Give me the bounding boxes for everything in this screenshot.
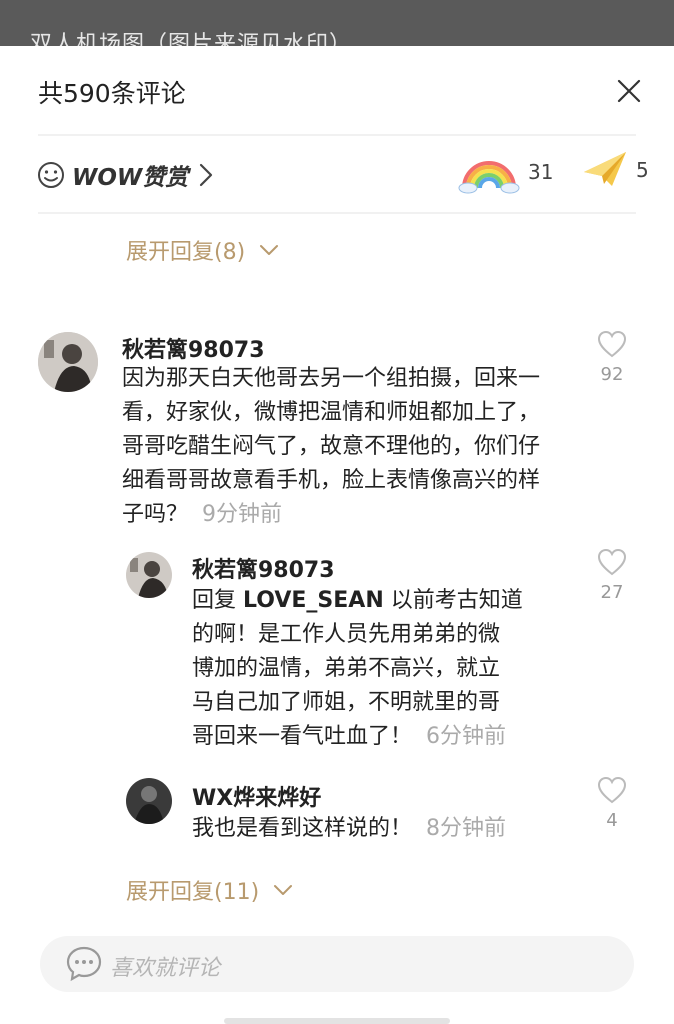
comment-item: 秋若篱98073 因为那天白天他哥去另一个组拍摄，回来一 看，好家伙，微博把温情… [0, 326, 674, 527]
rainbow-reaction-button[interactable]: 31 [458, 150, 553, 194]
home-indicator [224, 1018, 450, 1024]
comment-line: 子吗？ 9分钟前 [122, 502, 283, 527]
comment-line: 因为那天白天他哥去另一个组拍摄，回来一 [122, 366, 541, 391]
comment-line: 细看哥哥故意看手机，脸上表情像高兴的样 [122, 468, 541, 493]
like-button[interactable]: 4 [592, 776, 632, 831]
rainbow-count: 31 [528, 160, 554, 184]
reply-text: 回复 LOVE_SEAN 以前考古知道 的啊！是工作人员先用弟弟的微 博加的温情… [192, 584, 552, 754]
comment-username[interactable]: 秋若篱98073 [122, 332, 265, 364]
wow-appreciate-button[interactable]: WOW赞赏 [36, 158, 214, 192]
background-caption: 双人机场图（图片来源见水印） [30, 32, 353, 46]
close-icon [617, 79, 641, 103]
wow-reaction-row: WOW赞赏 31 5 [0, 146, 674, 206]
wow-divider [38, 212, 636, 214]
comments-sheet: 共590条评论 WOW赞赏 31 5 展开回复(8) 秋若篱98073 因为那天… [0, 46, 674, 1024]
chevron-down-icon [260, 245, 279, 255]
smile-face-icon [38, 162, 64, 188]
rainbow-icon [458, 161, 520, 194]
expand-replies-label: 展开回复(8) [126, 240, 246, 265]
like-count: 4 [606, 810, 618, 831]
reply-line: 我也是看到这样说的！ 8分钟前 [192, 816, 507, 841]
reply-mention[interactable]: LOVE_SEAN [243, 588, 384, 613]
heart-icon [597, 330, 627, 358]
background-page: 双人机场图（图片来源见水印） [0, 0, 674, 46]
paper-plane-reaction-button[interactable]: 5 [582, 150, 649, 190]
reply-line: 回复 LOVE_SEAN 以前考古知道 [192, 588, 523, 613]
like-button[interactable]: 92 [592, 330, 632, 385]
comment-input[interactable]: 喜欢就评论 [40, 936, 634, 992]
reply-username[interactable]: 秋若篱98073 [192, 552, 335, 584]
chevron-right-icon [200, 163, 213, 187]
reply-item: 秋若篱98073 回复 LOVE_SEAN 以前考古知道 的啊！是工作人员先用弟… [0, 544, 674, 754]
comment-count-title: 共590条评论 [38, 79, 186, 108]
heart-icon [597, 548, 627, 576]
avatar[interactable] [38, 332, 98, 392]
reply-line: 马自己加了师姐，不明就里的哥 [192, 690, 501, 715]
header-divider [38, 134, 636, 136]
paper-plane-icon [584, 152, 626, 186]
like-count: 27 [600, 582, 624, 603]
comment-input-placeholder: 喜欢就评论 [110, 956, 221, 981]
comment-text: 因为那天白天他哥去另一个组拍摄，回来一 看，好家伙，微博把温情和师姐都加上了， … [122, 362, 592, 532]
expand-replies-label: 展开回复(11) [126, 880, 260, 905]
reply-username[interactable]: WX烨来烨好 [192, 780, 321, 812]
wow-label: WOW赞赏 [72, 165, 189, 191]
close-button[interactable] [614, 76, 644, 106]
like-count: 92 [600, 364, 624, 385]
paper-plane-count: 5 [636, 158, 649, 182]
comment-time: 9分钟前 [202, 502, 283, 527]
sheet-header: 共590条评论 [0, 46, 674, 134]
reply-line: 哥回来一看气吐血了！ 6分钟前 [192, 724, 507, 749]
reply-time: 6分钟前 [426, 724, 507, 749]
reply-line: 博加的温情，弟弟不高兴，就立 [192, 656, 501, 681]
reply-text: 我也是看到这样说的！ 8分钟前 [192, 812, 552, 846]
comment-line: 看，好家伙，微博把温情和师姐都加上了， [122, 400, 541, 425]
comment-line: 哥哥吃醋生闷气了，故意不理他的，你们仔 [122, 434, 541, 459]
chevron-down-icon [274, 885, 293, 895]
reply-prefix: 回复 [192, 588, 237, 613]
heart-icon [597, 776, 627, 804]
avatar[interactable] [126, 552, 172, 598]
comment-bubble-icon [66, 946, 102, 982]
like-button[interactable]: 27 [592, 548, 632, 603]
avatar[interactable] [126, 778, 172, 824]
reply-time: 8分钟前 [426, 816, 507, 841]
expand-replies-button[interactable]: 展开回复(11) [126, 874, 293, 906]
reply-line: 的啊！是工作人员先用弟弟的微 [192, 622, 501, 647]
expand-replies-button[interactable]: 展开回复(8) [126, 234, 279, 266]
reply-item: WX烨来烨好 我也是看到这样说的！ 8分钟前 4 [0, 772, 674, 852]
